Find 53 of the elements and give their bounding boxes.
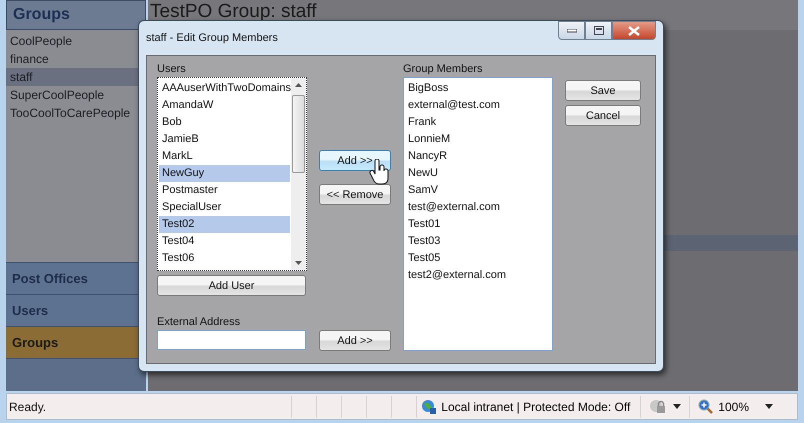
scroll-up-icon[interactable] xyxy=(295,83,302,87)
user-item[interactable]: AmandaW xyxy=(159,97,290,114)
caret-icon[interactable] xyxy=(765,404,773,409)
remove-button[interactable]: << Remove xyxy=(319,184,391,205)
external-address-field[interactable] xyxy=(157,330,306,350)
caret-icon[interactable] xyxy=(673,404,682,409)
save-button[interactable]: Save xyxy=(565,80,641,101)
globe-icon xyxy=(421,398,438,414)
add-user-button[interactable]: Add User xyxy=(157,275,306,296)
member-item[interactable]: BigBoss xyxy=(405,80,551,97)
scroll-down-icon[interactable] xyxy=(295,261,302,265)
user-item[interactable]: Bob xyxy=(159,114,290,131)
member-item[interactable]: NewU xyxy=(405,165,551,182)
user-item[interactable]: Test06 xyxy=(159,250,290,267)
close-button[interactable] xyxy=(612,21,656,40)
dialog-title: staff - Edit Group Members xyxy=(146,32,278,44)
add-button[interactable]: Add >> xyxy=(319,150,391,171)
users-list[interactable]: AAAuserWithTwoDomains AmandaW Bob JamieB MarkL NewGuy Postmaster SpecialUser Test02 Test04 Test06 xyxy=(157,77,307,271)
user-item[interactable]: Test02 xyxy=(159,216,290,233)
member-item[interactable]: test2@external.com xyxy=(405,267,551,284)
maximize-icon xyxy=(594,26,604,35)
security-zone: Local intranet | Protected Mode: Off xyxy=(441,400,630,414)
user-item[interactable]: NewGuy xyxy=(159,165,290,182)
minimize-button[interactable] xyxy=(558,21,585,40)
zoom-icon[interactable] xyxy=(698,398,714,414)
member-item[interactable]: Test03 xyxy=(405,233,551,250)
member-item[interactable]: NancyR xyxy=(405,148,551,165)
external-address-label: External Address xyxy=(157,315,242,330)
members-label: Group Members xyxy=(403,62,484,77)
member-item[interactable]: Frank xyxy=(405,114,551,131)
user-item[interactable]: AAAuserWithTwoDomains xyxy=(159,80,290,97)
add-button[interactable]: Add >> xyxy=(319,330,391,351)
user-item[interactable]: SpecialUser xyxy=(159,199,290,216)
user-item[interactable]: Postmaster xyxy=(159,182,290,199)
member-item[interactable]: Test01 xyxy=(405,216,551,233)
lock-icon[interactable] xyxy=(649,398,668,414)
status-text: Ready. xyxy=(8,400,48,414)
user-item[interactable]: JamieB xyxy=(159,131,290,148)
member-item[interactable]: external@test.com xyxy=(405,97,551,114)
cancel-button[interactable]: Cancel xyxy=(565,105,641,126)
member-item[interactable]: LonnieM xyxy=(405,131,551,148)
sidebar-title: Groups xyxy=(6,0,146,30)
members-list[interactable]: BigBoss external@test.com Frank LonnieM NancyR NewU SamV test@external.com Test01 Test03 Test05 test2@external.com xyxy=(403,77,553,351)
close-icon xyxy=(628,26,640,36)
users-label: Users xyxy=(157,62,187,77)
maximize-button[interactable] xyxy=(585,21,612,40)
member-item[interactable]: test@external.com xyxy=(405,199,551,216)
member-item[interactable]: Test05 xyxy=(405,250,551,267)
zoom-level[interactable]: 100% xyxy=(718,400,749,414)
member-item[interactable]: SamV xyxy=(405,182,551,199)
user-item[interactable]: Test04 xyxy=(159,233,290,250)
scrollbar[interactable] xyxy=(291,78,306,270)
user-item[interactable]: MarkL xyxy=(159,148,290,165)
